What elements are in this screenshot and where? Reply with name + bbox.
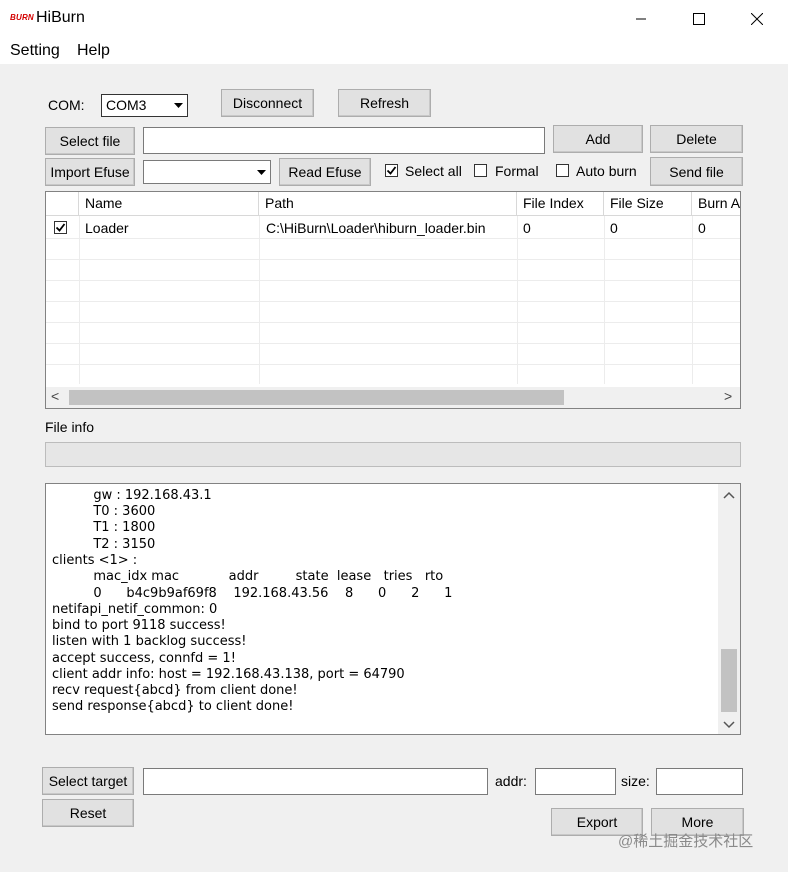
log-line: T0 : 3600: [52, 504, 156, 519]
table-header-file-index[interactable]: File Index: [517, 192, 604, 216]
row-checkbox[interactable]: [54, 221, 67, 234]
scroll-left-icon[interactable]: <: [51, 388, 59, 404]
close-icon: [751, 13, 763, 25]
table-header-file-size[interactable]: File Size: [604, 192, 692, 216]
file-info-progress: [45, 442, 741, 467]
reset-button[interactable]: Reset: [42, 799, 134, 827]
formal-label: Formal: [495, 163, 539, 179]
checkmark-icon: [55, 223, 66, 232]
log-line: accept success, connfd = 1!: [52, 651, 236, 666]
select-all-label: Select all: [405, 163, 462, 179]
watermark: @稀土掘金技术社区: [618, 833, 754, 850]
table-header-check: [46, 192, 79, 216]
auto-burn-checkbox[interactable]: [556, 164, 569, 177]
app-logo-icon: BURN: [10, 13, 34, 22]
menu-help[interactable]: Help: [77, 42, 110, 60]
close-button[interactable]: [728, 0, 786, 38]
log-line: gw : 192.168.43.1: [52, 488, 212, 503]
row-path: C:\HiBurn\Loader\hiburn_loader.bin: [266, 220, 486, 236]
send-file-button[interactable]: Send file: [650, 157, 743, 186]
window-title: HiBurn: [36, 9, 85, 26]
log-line: recv request{abcd} from client done!: [52, 683, 298, 698]
maximize-icon: [693, 13, 705, 25]
scroll-up-icon[interactable]: [722, 487, 736, 503]
menu-setting[interactable]: Setting: [10, 42, 60, 60]
minimize-icon: [636, 18, 646, 20]
table-header-burn-a[interactable]: Burn A: [692, 192, 740, 216]
read-efuse-button[interactable]: Read Efuse: [279, 158, 371, 186]
target-input[interactable]: [143, 768, 488, 795]
log-line: 0 b4c9b9af69f8 192.168.43.56 8 0 2 1: [52, 586, 453, 601]
row-burn-a: 0: [698, 220, 706, 236]
scrollbar-thumb[interactable]: [721, 649, 737, 712]
row-file-size: 0: [610, 220, 618, 236]
log-line: mac_idx mac addr state lease tries rto: [52, 569, 444, 584]
select-file-button[interactable]: Select file: [45, 127, 135, 155]
table-header-path[interactable]: Path: [259, 192, 517, 216]
disconnect-button[interactable]: Disconnect: [221, 89, 314, 117]
chevron-down-icon: [169, 95, 187, 116]
horizontal-scrollbar[interactable]: < >: [46, 387, 740, 408]
select-all-checkbox[interactable]: [385, 164, 398, 177]
com-select-value: COM3: [106, 97, 147, 113]
addr-label: addr:: [495, 773, 527, 789]
size-label: size:: [621, 773, 650, 789]
select-target-button[interactable]: Select target: [42, 767, 134, 795]
size-input[interactable]: [656, 768, 743, 795]
menu-bar: [0, 38, 788, 64]
log-line: send response{abcd} to client done!: [52, 699, 294, 714]
maximize-button[interactable]: [670, 0, 728, 38]
import-efuse-button[interactable]: Import Efuse: [45, 158, 135, 186]
file-info-label: File info: [45, 419, 95, 435]
efuse-select[interactable]: [143, 160, 271, 184]
scroll-right-icon[interactable]: >: [724, 388, 732, 404]
log-line: clients <1> :: [52, 553, 138, 568]
addr-input[interactable]: [535, 768, 616, 795]
scrollbar-thumb[interactable]: [69, 390, 564, 405]
add-button[interactable]: Add: [553, 125, 643, 153]
row-name: Loader: [85, 220, 129, 236]
log-line: T1 : 1800: [52, 520, 156, 535]
table-header-name[interactable]: Name: [79, 192, 259, 216]
minimize-button[interactable]: [612, 0, 670, 38]
com-select[interactable]: COM3: [101, 94, 188, 117]
log-line: listen with 1 backlog success!: [52, 634, 247, 649]
log-line: client addr info: host = 192.168.43.138,…: [52, 667, 405, 682]
log-line: netifapi_netif_common: 0: [52, 602, 218, 617]
file-path-input[interactable]: [143, 127, 545, 154]
log-line: T2 : 3150: [52, 537, 156, 552]
chevron-down-icon: [252, 161, 270, 183]
row-file-index: 0: [523, 220, 531, 236]
scroll-down-icon[interactable]: [722, 717, 736, 733]
file-table[interactable]: Name Path File Index File Size Burn A Lo…: [45, 191, 741, 409]
refresh-button[interactable]: Refresh: [338, 89, 431, 117]
checkmark-icon: [386, 166, 397, 175]
auto-burn-label: Auto burn: [576, 163, 637, 179]
com-label: COM:: [48, 97, 85, 113]
delete-button[interactable]: Delete: [650, 125, 743, 153]
log-area[interactable]: gw : 192.168.43.1 T0 : 3600 T1 : 1800 T2…: [45, 483, 741, 735]
formal-checkbox[interactable]: [474, 164, 487, 177]
log-line: bind to port 9118 success!: [52, 618, 226, 633]
vertical-scrollbar[interactable]: [718, 484, 740, 734]
